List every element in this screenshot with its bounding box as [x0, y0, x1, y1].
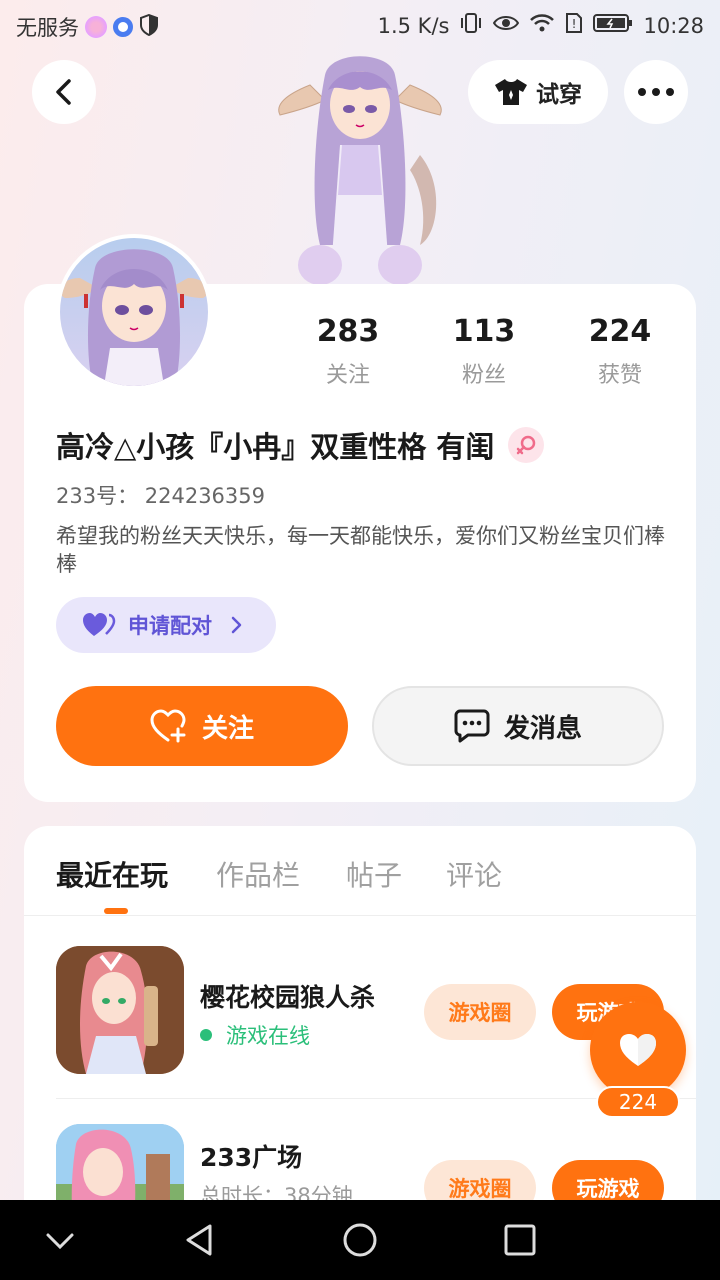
like-button[interactable]	[590, 1002, 686, 1098]
battery-icon	[593, 13, 633, 38]
play-game-button[interactable]: 玩游戏	[552, 1160, 664, 1200]
chevron-left-icon	[56, 79, 71, 105]
network-speed: 1.5 K/s	[377, 13, 450, 38]
tab-bar: 最近在玩 作品栏 帖子 评论	[24, 826, 696, 916]
game-status: 游戏在线	[200, 1020, 310, 1050]
more-dots-icon	[638, 88, 674, 96]
chevron-right-icon	[231, 616, 242, 634]
tab-comments[interactable]: 评论	[446, 854, 502, 894]
app-notification-icon	[113, 17, 133, 37]
system-nav-bar	[0, 1200, 720, 1280]
nickname: 高冷△小孩『小冉』双重性格 有闺	[56, 430, 495, 464]
fans-label: 粉丝	[461, 363, 506, 388]
tab-works[interactable]: 作品栏	[216, 854, 300, 894]
list-item[interactable]: 233广场 总时长：38分钟 游戏圈 玩游戏	[24, 1124, 696, 1200]
apply-pair-button[interactable]: 申请配对	[56, 597, 276, 653]
wifi-icon	[529, 13, 555, 38]
clock: 10:28	[643, 13, 704, 38]
tshirt-icon	[495, 79, 527, 105]
try-on-label: 试穿	[536, 82, 582, 108]
active-tab-indicator	[104, 908, 128, 914]
female-gender-icon	[508, 427, 545, 463]
back-button[interactable]	[32, 60, 96, 124]
follow-label: 关注	[201, 713, 254, 744]
apply-pair-label: 申请配对	[128, 614, 212, 638]
game-title: 樱花校园狼人杀	[200, 983, 376, 1012]
stat-fans[interactable]: 113 粉丝	[424, 314, 544, 389]
carrier-text: 无服务	[16, 16, 79, 40]
game-icon-233-plaza	[56, 1124, 184, 1200]
more-button[interactable]	[624, 60, 688, 124]
vibrate-icon	[459, 12, 483, 39]
avatar-character-image	[270, 45, 450, 285]
back-triangle-icon[interactable]	[180, 1220, 220, 1260]
chat-bubble-icon	[454, 709, 490, 743]
online-dot-icon	[200, 1029, 212, 1041]
fans-count: 113	[452, 314, 516, 349]
tab-recently-played[interactable]: 最近在玩	[56, 854, 168, 894]
game-icon-sakura	[56, 946, 184, 1074]
try-on-button[interactable]: 试穿	[468, 60, 608, 124]
stat-likes[interactable]: 224 获赞	[560, 314, 680, 389]
recents-square-icon[interactable]	[500, 1220, 540, 1260]
shield-icon	[139, 13, 159, 41]
like-count-badge: 224	[596, 1086, 680, 1118]
double-heart-icon	[83, 613, 116, 636]
app-notification-icon	[85, 16, 107, 38]
follow-button[interactable]: 关注	[56, 686, 348, 766]
game-playtime: 总时长：38分钟	[200, 1184, 353, 1200]
home-circle-icon[interactable]	[340, 1220, 380, 1260]
following-count: 283	[316, 314, 380, 349]
stat-following[interactable]: 283 关注	[288, 314, 408, 389]
bio-text: 希望我的粉丝天天快乐，每一天都能快乐，爱你们又粉丝宝贝们棒棒	[56, 524, 665, 576]
avatar[interactable]	[56, 234, 212, 390]
heart-plus-icon	[150, 709, 186, 743]
user-id: 233号： 224236359	[56, 484, 266, 508]
game-circle-button[interactable]: 游戏圈	[424, 984, 536, 1040]
game-title: 233广场	[200, 1143, 303, 1172]
likes-count: 224	[588, 314, 652, 349]
following-label: 关注	[325, 363, 370, 388]
status-bar: 无服务 1.5 K/s ! 10:28	[0, 0, 720, 50]
send-message-button[interactable]: 发消息	[372, 686, 664, 766]
game-status-text: 游戏在线	[226, 1024, 310, 1048]
heart-icon	[620, 1034, 656, 1066]
eye-icon	[493, 13, 520, 38]
sim-alert-icon: !	[565, 12, 583, 39]
collapse-chevron-icon[interactable]	[40, 1220, 80, 1260]
nickname-row: 高冷△小孩『小冉』双重性格 有闺	[56, 424, 545, 466]
likes-label: 获赞	[597, 363, 642, 388]
game-circle-button[interactable]: 游戏圈	[424, 1160, 536, 1200]
svg-text:!: !	[572, 17, 577, 31]
tab-posts[interactable]: 帖子	[346, 854, 402, 894]
send-message-label: 发消息	[503, 713, 582, 744]
